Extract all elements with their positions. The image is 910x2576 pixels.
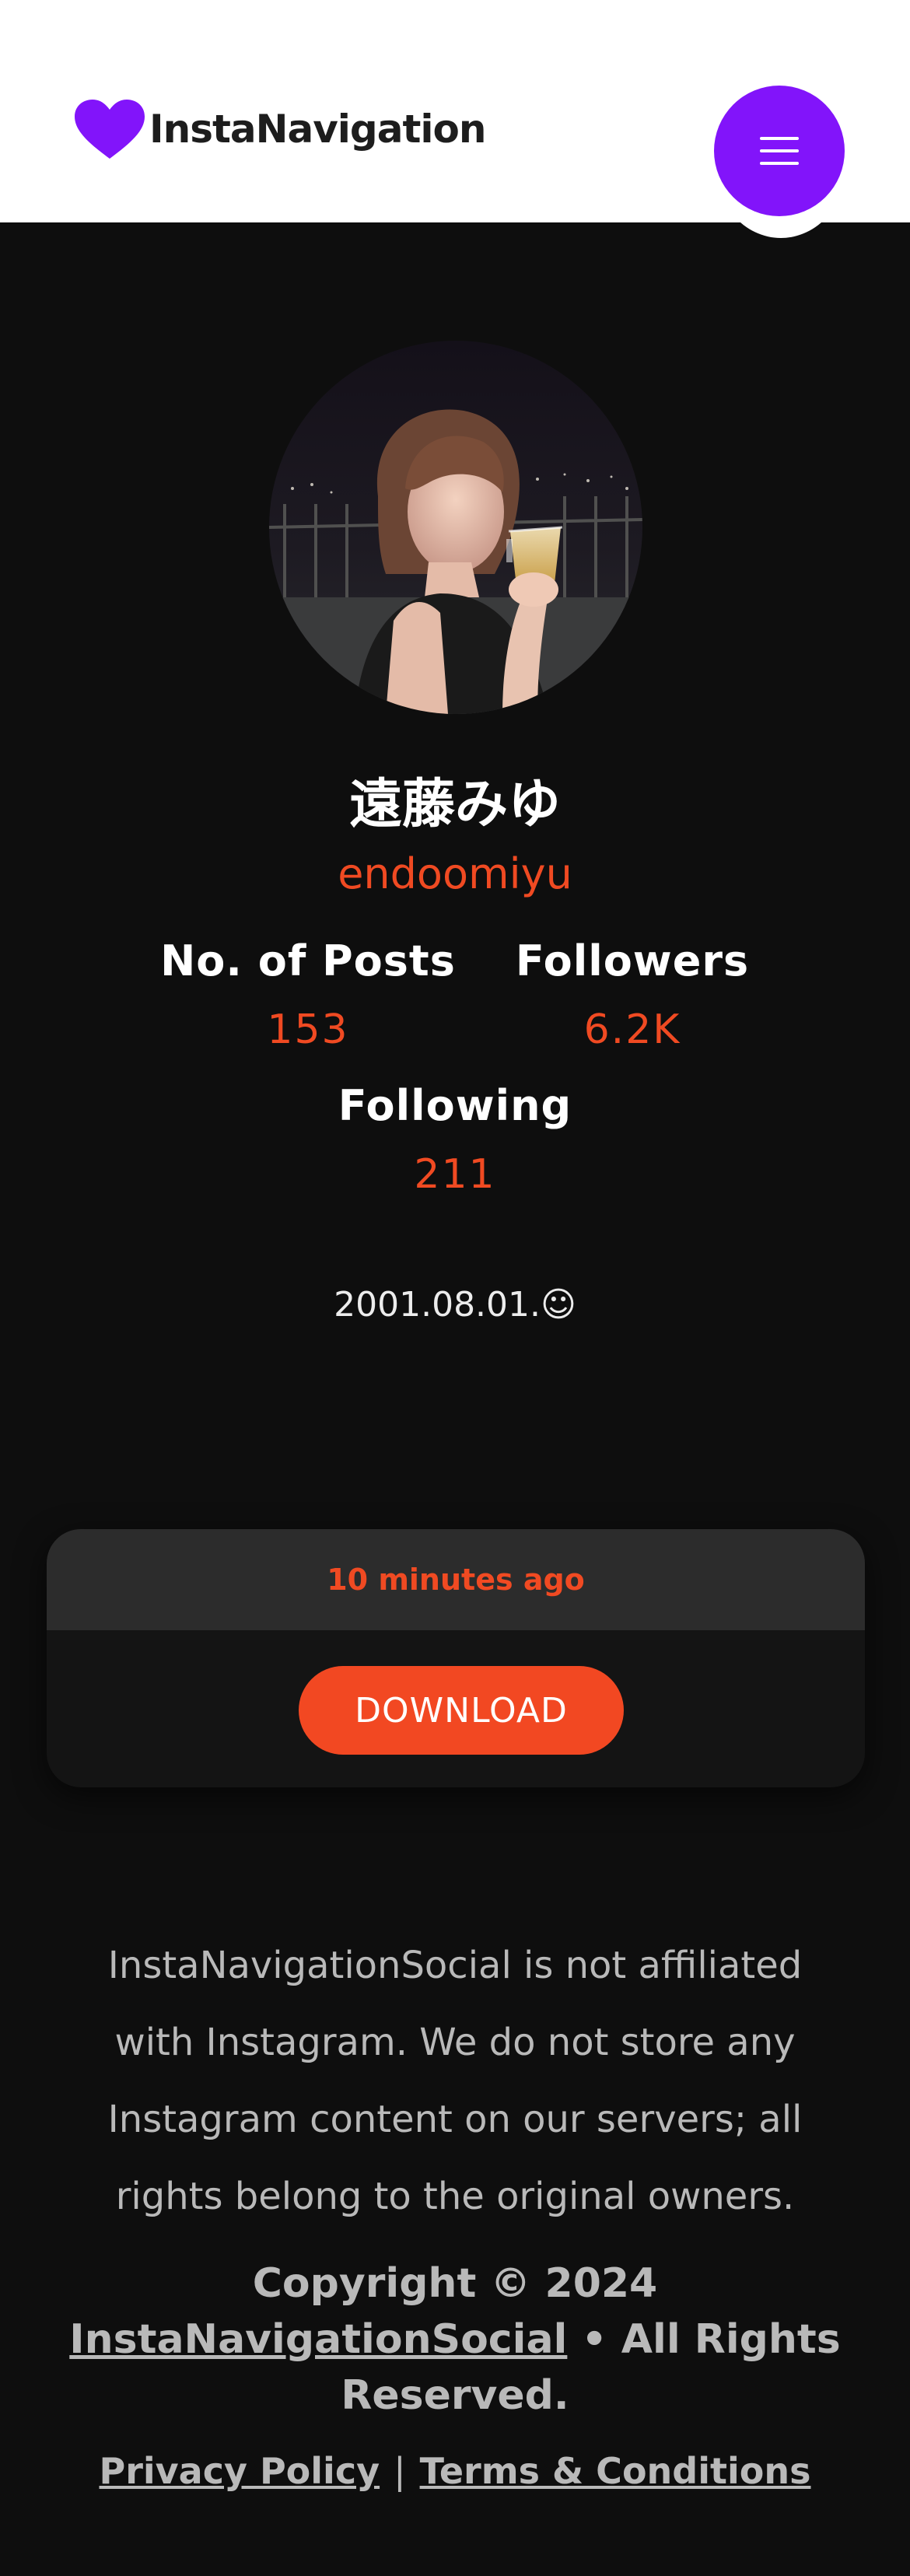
- logo-text: InstaNavigation: [149, 107, 486, 152]
- footer-link-separator: |: [394, 2450, 406, 2492]
- menu-button[interactable]: [714, 86, 845, 216]
- site-logo[interactable]: InstaNavigation: [73, 98, 486, 160]
- footer-copyright: Copyright © 2024 InstaNavigationSocial •…: [62, 2256, 848, 2424]
- hamburger-icon: [760, 137, 799, 165]
- terms-conditions-link[interactable]: Terms & Conditions: [420, 2450, 811, 2492]
- download-button[interactable]: DOWNLOAD: [299, 1666, 624, 1755]
- profile-display-name: 遠藤みゆ: [348, 774, 561, 835]
- heart-icon: [73, 98, 146, 160]
- followers-count: 6.2K: [583, 1006, 681, 1053]
- followers-label: Followers: [515, 936, 750, 985]
- profile-bio: 2001.08.01.☺: [334, 1285, 576, 1325]
- privacy-policy-link[interactable]: Privacy Policy: [100, 2450, 380, 2492]
- post-card: 10 minutes ago DOWNLOAD: [47, 1529, 865, 1787]
- posts-count: 153: [267, 1006, 349, 1053]
- footer-disclaimer: InstaNavigationSocial is not affiliated …: [107, 1944, 803, 2218]
- posts-label: No. of Posts: [160, 936, 456, 985]
- footer-links: Privacy Policy | Terms & Conditions: [0, 2450, 910, 2492]
- profile-username: endoomiyu: [338, 849, 572, 898]
- copyright-site-link[interactable]: InstaNavigationSocial: [69, 2316, 567, 2363]
- following-count: 211: [414, 1151, 496, 1198]
- post-card-header: 10 minutes ago: [47, 1529, 865, 1630]
- profile-avatar: [269, 341, 642, 714]
- post-timestamp: 10 minutes ago: [327, 1563, 585, 1597]
- following-label: Following: [338, 1081, 572, 1130]
- copyright-prefix: Copyright © 2024: [252, 2260, 658, 2307]
